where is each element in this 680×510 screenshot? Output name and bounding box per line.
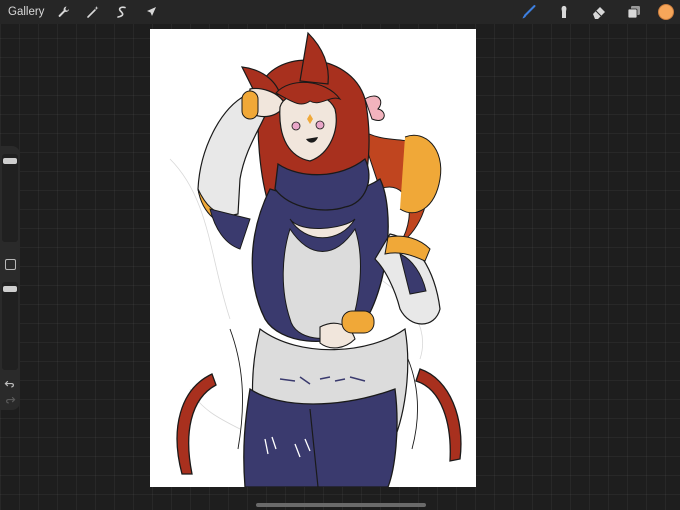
selection-icon bbox=[117, 6, 127, 18]
left-sidebar bbox=[0, 146, 20, 410]
artwork-illustration bbox=[169, 31, 462, 487]
smudge-tool-button[interactable] bbox=[554, 2, 574, 22]
transform-button[interactable] bbox=[141, 2, 161, 22]
magic-wand-icon bbox=[87, 6, 100, 18]
right-tool-group bbox=[504, 0, 680, 24]
brush-icon bbox=[522, 5, 536, 19]
layers-button[interactable] bbox=[624, 2, 644, 22]
eraser-tool-button[interactable] bbox=[589, 2, 609, 22]
opacity-thumb[interactable] bbox=[3, 286, 17, 292]
opacity-slider[interactable] bbox=[2, 282, 18, 370]
redo-button[interactable] bbox=[3, 394, 17, 406]
eraser-icon bbox=[593, 7, 605, 19]
wrench-icon bbox=[59, 6, 70, 17]
undo-icon bbox=[4, 380, 14, 388]
adjustments-button[interactable] bbox=[83, 2, 103, 22]
layers-icon bbox=[627, 6, 640, 19]
selection-button[interactable] bbox=[112, 2, 132, 22]
transform-arrow-icon bbox=[147, 7, 157, 16]
redo-icon bbox=[6, 396, 16, 404]
home-indicator bbox=[256, 503, 426, 507]
brush-size-slider[interactable] bbox=[2, 154, 18, 242]
color-picker-button[interactable] bbox=[658, 4, 674, 20]
brush-tool-button[interactable] bbox=[519, 2, 539, 22]
modify-button[interactable] bbox=[5, 259, 16, 270]
drawing-canvas[interactable] bbox=[150, 29, 476, 487]
brush-size-thumb[interactable] bbox=[3, 158, 17, 164]
top-toolbar: Gallery bbox=[0, 0, 680, 24]
undo-button[interactable] bbox=[3, 378, 17, 390]
gallery-button[interactable]: Gallery bbox=[8, 6, 44, 18]
actions-button[interactable] bbox=[54, 2, 74, 22]
smudge-icon bbox=[561, 5, 567, 18]
